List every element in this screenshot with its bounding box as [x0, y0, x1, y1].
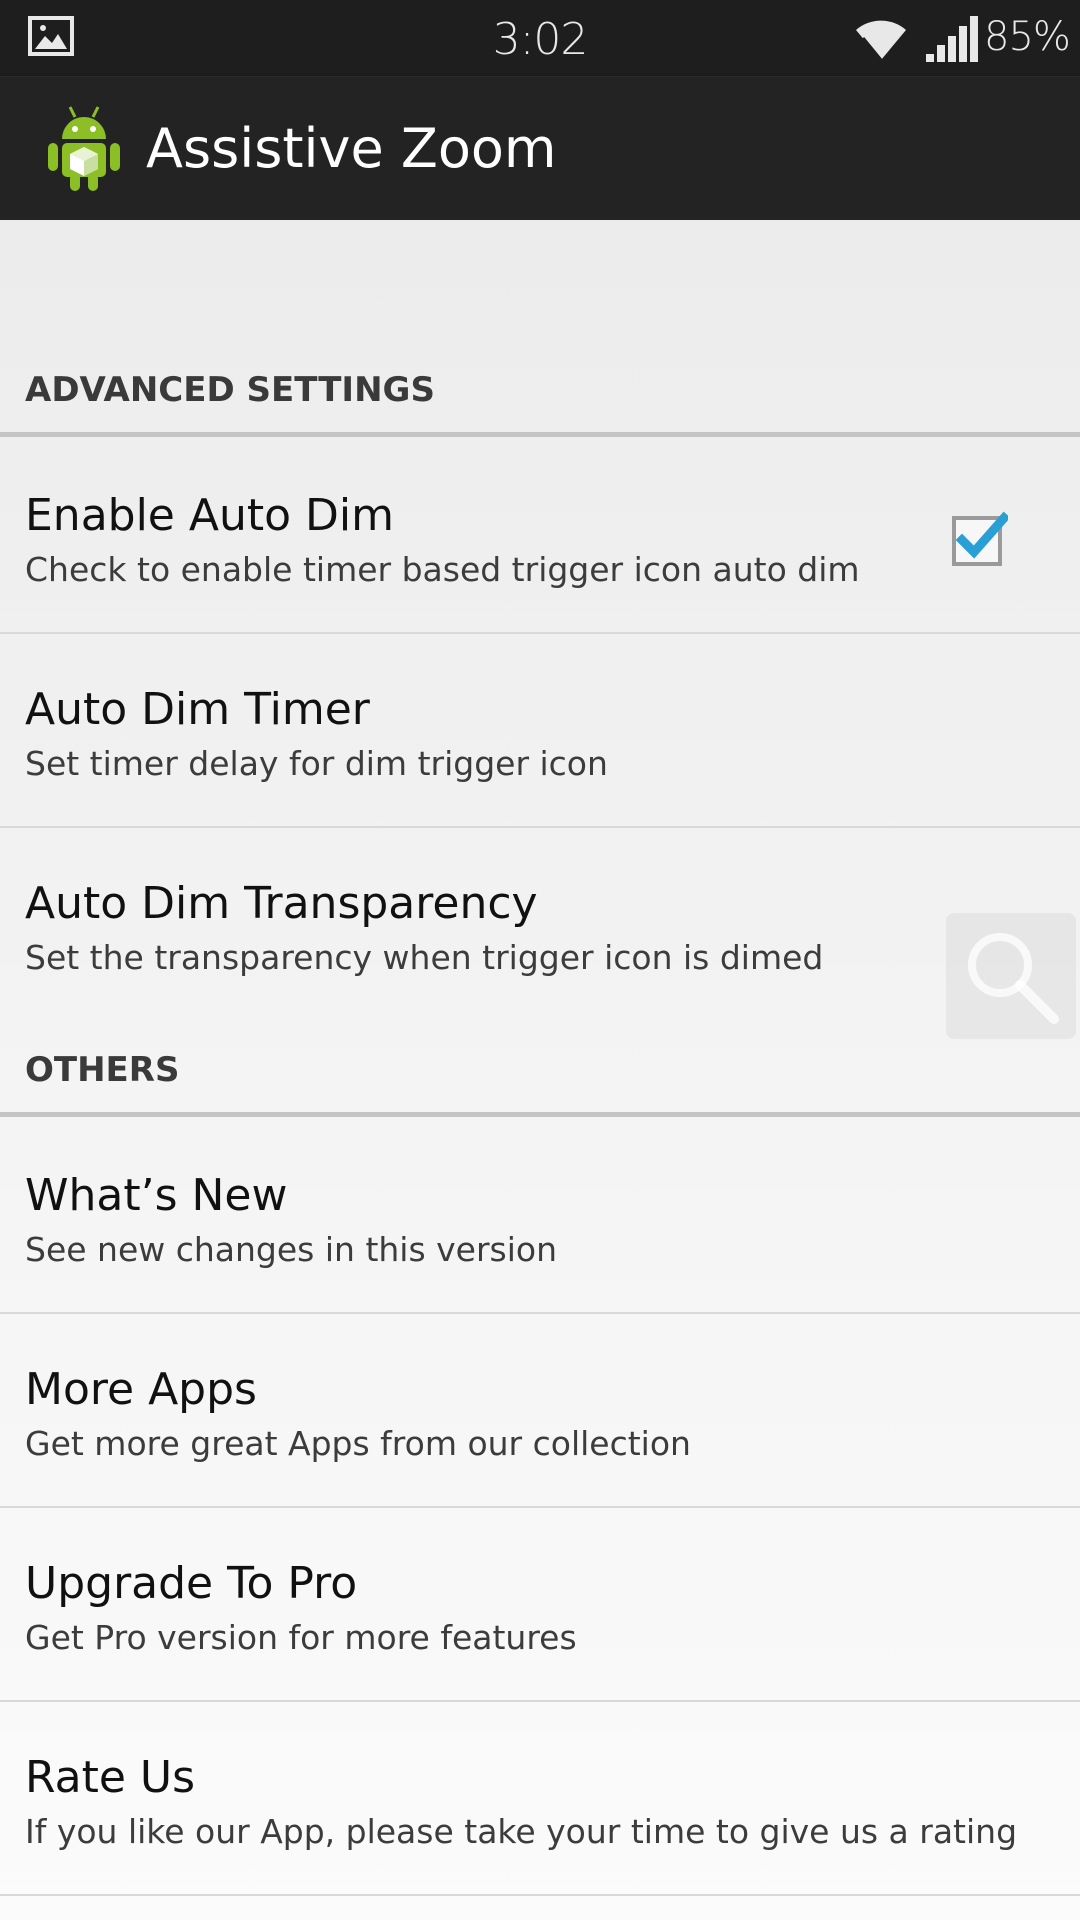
enable-auto-dim-checkbox[interactable]: [952, 510, 1011, 566]
section-divider: [0, 432, 1080, 437]
pref-summary: Set the transparency when trigger icon i…: [25, 938, 824, 977]
pref-title: Rate Us: [25, 1752, 196, 1803]
pref-summary: Check to enable timer based trigger icon…: [25, 550, 860, 589]
pref-title: More Apps: [25, 1364, 257, 1415]
app-title: Assistive Zoom: [146, 117, 557, 180]
pref-enable-auto-dim[interactable]: Enable Auto Dim Check to enable timer ba…: [0, 440, 1080, 634]
section-divider: [0, 1112, 1080, 1117]
pref-title: Auto Dim Timer: [25, 684, 370, 735]
preferences-list: ADVANCED SETTINGS Enable Auto Dim Check …: [0, 220, 1080, 1920]
pref-more-apps[interactable]: More Apps Get more great Apps from our c…: [0, 1314, 1080, 1508]
wifi-icon: [852, 12, 910, 62]
pref-summary: If you like our App, please take your ti…: [25, 1812, 1018, 1851]
action-bar: Assistive Zoom: [0, 76, 1080, 221]
section-header-label: ADVANCED SETTINGS: [25, 370, 435, 410]
signal-icon: [924, 14, 980, 64]
list-divider: [0, 1894, 1080, 1896]
section-header-advanced-settings: ADVANCED SETTINGS: [0, 370, 1080, 437]
pref-summary: Set timer delay for dim trigger icon: [25, 744, 608, 783]
android-app-icon[interactable]: [44, 103, 124, 193]
status-time: 3:02: [492, 14, 589, 65]
pref-summary: Get more great Apps from our collection: [25, 1424, 691, 1463]
pref-summary: See new changes in this version: [25, 1230, 558, 1269]
section-header-label: OTHERS: [25, 1050, 180, 1090]
pref-auto-dim-transparency[interactable]: Auto Dim Transparency Set the transparen…: [0, 828, 1080, 1022]
pref-upgrade-to-pro[interactable]: Upgrade To Pro Get Pro version for more …: [0, 1508, 1080, 1702]
pref-title: What’s New: [25, 1170, 288, 1221]
pref-auto-dim-timer[interactable]: Auto Dim Timer Set timer delay for dim t…: [0, 634, 1080, 828]
battery-percentage: 85%: [984, 14, 1071, 60]
floating-zoom-trigger[interactable]: [946, 913, 1076, 1039]
pref-title: Enable Auto Dim: [25, 490, 394, 541]
pref-title: Upgrade To Pro: [25, 1558, 358, 1609]
pref-summary: Get Pro version for more features: [25, 1618, 577, 1657]
pref-title: Auto Dim Transparency: [25, 878, 538, 929]
pref-whats-new[interactable]: What’s New See new changes in this versi…: [0, 1120, 1080, 1314]
section-header-others: OTHERS: [0, 1050, 1080, 1117]
pref-rate-us[interactable]: Rate Us If you like our App, please take…: [0, 1702, 1080, 1896]
status-bar: 3:02 85%: [0, 0, 1080, 76]
